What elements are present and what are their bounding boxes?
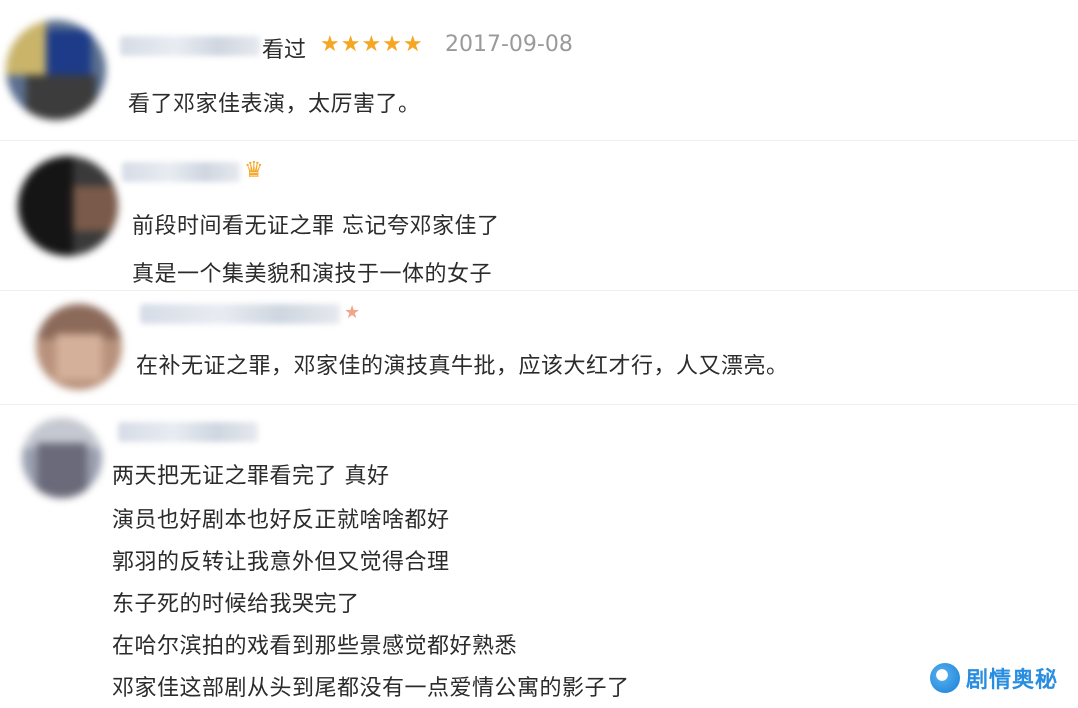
badge-icon: ★ bbox=[344, 302, 361, 323]
user-avatar[interactable] bbox=[36, 304, 122, 390]
watch-status: 看过 bbox=[262, 38, 307, 63]
comment-text: 演员也好剧本也好反正就啥啥都好 bbox=[112, 508, 450, 533]
comment-2: ♛ 前段时间看无证之罪 忘记夸邓家佳了 真是一个集美貌和演技于一体的女子 bbox=[0, 150, 1078, 300]
logo-icon bbox=[930, 663, 960, 693]
divider bbox=[0, 140, 1078, 141]
user-avatar[interactable] bbox=[6, 20, 106, 120]
watermark-text: 剧情奥秘 bbox=[966, 668, 1059, 693]
watermark: 剧情奥秘 bbox=[930, 660, 1070, 696]
comment-text: 真是一个集美貌和演技于一体的女子 bbox=[132, 262, 493, 287]
comment-3: ★ 在补无证之罪，邓家佳的演技真牛批，应该大红才行，人又漂亮。 bbox=[0, 296, 1078, 406]
divider bbox=[0, 290, 1078, 291]
username-blurred[interactable] bbox=[118, 422, 258, 442]
comment-text: 郭羽的反转让我意外但又觉得合理 bbox=[112, 550, 450, 575]
comment-text: 在补无证之罪，邓家佳的演技真牛批，应该大红才行，人又漂亮。 bbox=[136, 354, 789, 379]
comment-text: 东子死的时候给我哭完了 bbox=[112, 592, 360, 617]
comment-1: 看过 ★★★★★ 2017-09-08 看了邓家佳表演，太厉害了。 bbox=[0, 0, 1078, 140]
username-blurred[interactable] bbox=[140, 304, 340, 324]
comment-text: 邓家佳这部剧从头到尾都没有一点爱情公寓的影子了 bbox=[112, 676, 630, 701]
divider bbox=[0, 404, 1078, 405]
username-blurred[interactable] bbox=[122, 162, 240, 182]
comment-4: 两天把无证之罪看完了 真好 演员也好剧本也好反正就啥啥都好 郭羽的反转让我意外但… bbox=[0, 410, 1078, 708]
user-avatar[interactable] bbox=[22, 418, 102, 498]
comment-text: 在哈尔滨拍的戏看到那些景感觉都好熟悉 bbox=[112, 634, 518, 659]
username-blurred[interactable] bbox=[120, 36, 260, 56]
comment-text: 两天把无证之罪看完了 真好 bbox=[112, 464, 390, 489]
rating-stars: ★★★★★ bbox=[320, 32, 424, 57]
user-avatar[interactable] bbox=[18, 156, 118, 256]
comment-text: 看了邓家佳表演，太厉害了。 bbox=[128, 92, 421, 117]
comment-date: 2017-09-08 bbox=[445, 32, 573, 57]
comment-text: 前段时间看无证之罪 忘记夸邓家佳了 bbox=[132, 214, 500, 239]
crown-icon: ♛ bbox=[244, 158, 264, 183]
